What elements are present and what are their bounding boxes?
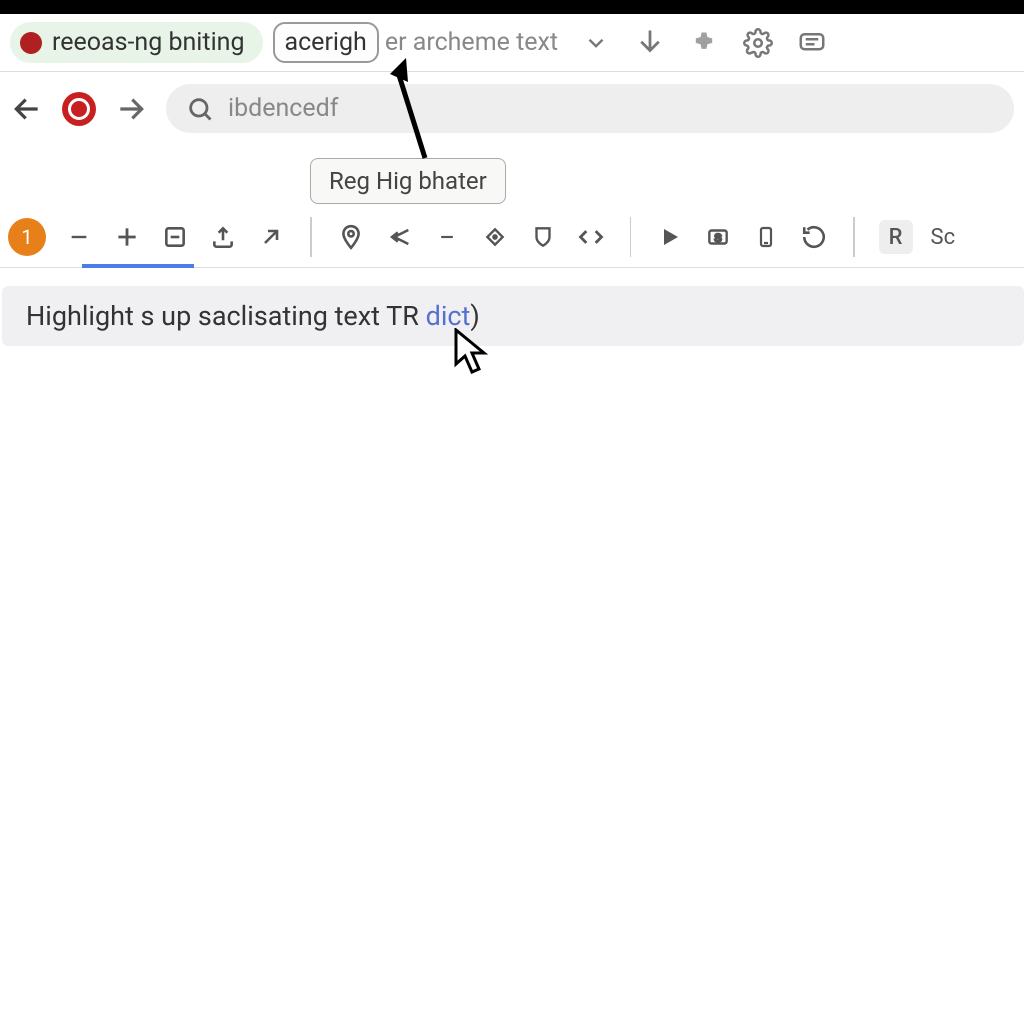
tooltip: Reg Hig bhater (310, 158, 506, 204)
tab-chip[interactable]: reeoas-ng bniting (10, 22, 263, 63)
content-prefix: Highlight s up saclisating text TR (26, 300, 426, 332)
selected-token[interactable]: acerigh (273, 22, 379, 63)
toolbar-divider (310, 217, 312, 257)
count-badge[interactable]: 1 (8, 218, 46, 256)
gear-icon[interactable] (742, 27, 774, 59)
device-icon[interactable] (751, 222, 781, 252)
content-link[interactable]: dict (426, 300, 471, 332)
minus-small-icon[interactable] (432, 222, 462, 252)
search-bar[interactable]: ibdencedf (166, 84, 1014, 133)
collapse-icon[interactable] (160, 222, 190, 252)
minus-icon[interactable] (64, 222, 94, 252)
r-button[interactable]: R (879, 220, 913, 254)
action-toolbar: 1 S R Sc (0, 203, 1024, 268)
top-icon-group (580, 27, 828, 59)
selected-token-text: acerigh (285, 28, 367, 57)
nav-bar: ibdencedf (0, 72, 1024, 145)
download-icon[interactable] (634, 27, 666, 59)
window-top-border (0, 0, 1024, 14)
shield-icon[interactable] (528, 222, 558, 252)
active-tab-underline (82, 264, 194, 268)
merge-icon[interactable] (384, 222, 414, 252)
tab-header-bar: reeoas-ng bniting acerigh er archeme tex… (0, 14, 1024, 72)
comment-icon[interactable] (796, 27, 828, 59)
snippet-icon[interactable]: S (703, 222, 733, 252)
pin-icon[interactable] (336, 222, 366, 252)
code-icon[interactable] (576, 222, 606, 252)
forward-icon[interactable] (114, 92, 148, 126)
sc-label: Sc (931, 225, 956, 250)
faded-continuation-text: er archeme text (385, 28, 558, 57)
search-input-text: ibdencedf (228, 94, 338, 123)
tab-chip-label: reeoas-ng bniting (52, 28, 245, 57)
refresh-icon[interactable] (799, 222, 829, 252)
chevron-down-icon[interactable] (580, 27, 612, 59)
back-icon[interactable] (10, 92, 44, 126)
search-icon (186, 95, 214, 123)
upload-icon[interactable] (208, 222, 238, 252)
toolbar-divider-3 (853, 217, 855, 257)
plus-icon[interactable] (112, 222, 142, 252)
record-dot-icon (20, 32, 42, 54)
tooltip-text: Reg Hig bhater (329, 167, 487, 195)
toolbar-divider-2 (630, 217, 632, 257)
content-suffix: ) (470, 300, 479, 332)
content-row[interactable]: Highlight s up saclisating text TR dict) (2, 286, 1024, 346)
diamond-icon[interactable] (480, 222, 510, 252)
external-link-icon[interactable] (256, 222, 286, 252)
play-icon[interactable] (655, 222, 685, 252)
svg-text:S: S (714, 232, 721, 244)
extension-icon[interactable] (688, 27, 720, 59)
home-circle-icon[interactable] (62, 92, 96, 126)
